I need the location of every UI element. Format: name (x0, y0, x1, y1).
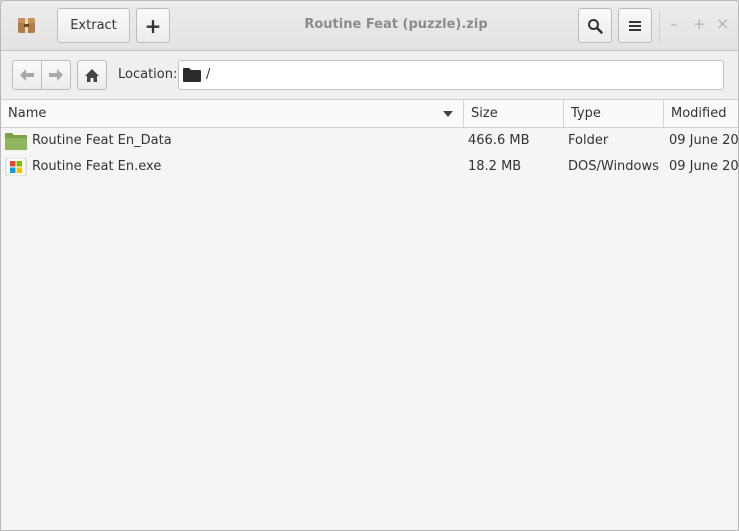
app-menu-button[interactable] (9, 7, 43, 43)
column-name-label: Name (8, 106, 47, 121)
file-modified: 09 June 2019 (669, 159, 739, 174)
search-button[interactable] (578, 8, 612, 43)
file-name: Routine Feat En_Data (32, 133, 172, 148)
column-header-type[interactable]: Type (564, 100, 664, 127)
file-name: Routine Feat En.exe (32, 159, 162, 174)
sort-descending-icon (443, 111, 453, 117)
location-bar: Location: / (1, 51, 738, 100)
column-type-label: Type (571, 106, 601, 121)
add-files-button[interactable]: + (136, 8, 170, 43)
search-icon (588, 18, 603, 34)
column-header-name[interactable]: Name (1, 100, 464, 127)
header-bar: Extract + Routine Feat (puzzle).zip – + … (1, 1, 738, 51)
archive-manager-window: Extract + Routine Feat (puzzle).zip – + … (0, 0, 739, 531)
table-row[interactable]: Routine Feat En.exe 18.2 MB DOS/Windows … (1, 154, 738, 180)
folder-icon (183, 68, 201, 82)
column-modified-label: Modified (671, 106, 727, 121)
hamburger-menu-icon (629, 20, 641, 31)
home-button[interactable] (77, 60, 107, 90)
extract-button[interactable]: Extract (57, 8, 130, 43)
column-header-size[interactable]: Size (464, 100, 564, 127)
folder-icon (5, 133, 27, 150)
location-field[interactable]: / (178, 60, 724, 90)
file-modified: 09 June 2019 (669, 133, 739, 148)
table-row[interactable]: Routine Feat En_Data 466.6 MB Folder 09 … (1, 128, 738, 154)
back-button[interactable] (12, 60, 42, 90)
file-size: 466.6 MB (468, 133, 530, 148)
arrow-right-icon (49, 69, 63, 81)
home-icon (85, 68, 99, 82)
arrow-left-icon (20, 69, 34, 81)
close-button[interactable]: × (716, 14, 729, 33)
minimize-button[interactable]: – (670, 15, 678, 33)
windows-exe-icon (5, 158, 27, 176)
file-size: 18.2 MB (468, 159, 522, 174)
add-icon: + (144, 13, 162, 38)
column-header-bar: Name Size Type Modified (1, 100, 738, 128)
location-path: / (206, 67, 211, 82)
column-header-modified[interactable]: Modified (664, 100, 738, 127)
file-type: DOS/Windows … (568, 159, 662, 174)
file-list: Routine Feat En_Data 466.6 MB Folder 09 … (1, 128, 738, 530)
forward-button[interactable] (41, 60, 71, 90)
window-title: Routine Feat (puzzle).zip (304, 17, 488, 32)
file-type: Folder (568, 133, 609, 148)
archive-box-icon (17, 17, 35, 33)
maximize-button[interactable]: + (693, 15, 706, 33)
column-size-label: Size (471, 106, 498, 121)
menu-button[interactable] (618, 8, 652, 43)
header-separator (659, 10, 660, 42)
location-label: Location: (118, 67, 178, 82)
